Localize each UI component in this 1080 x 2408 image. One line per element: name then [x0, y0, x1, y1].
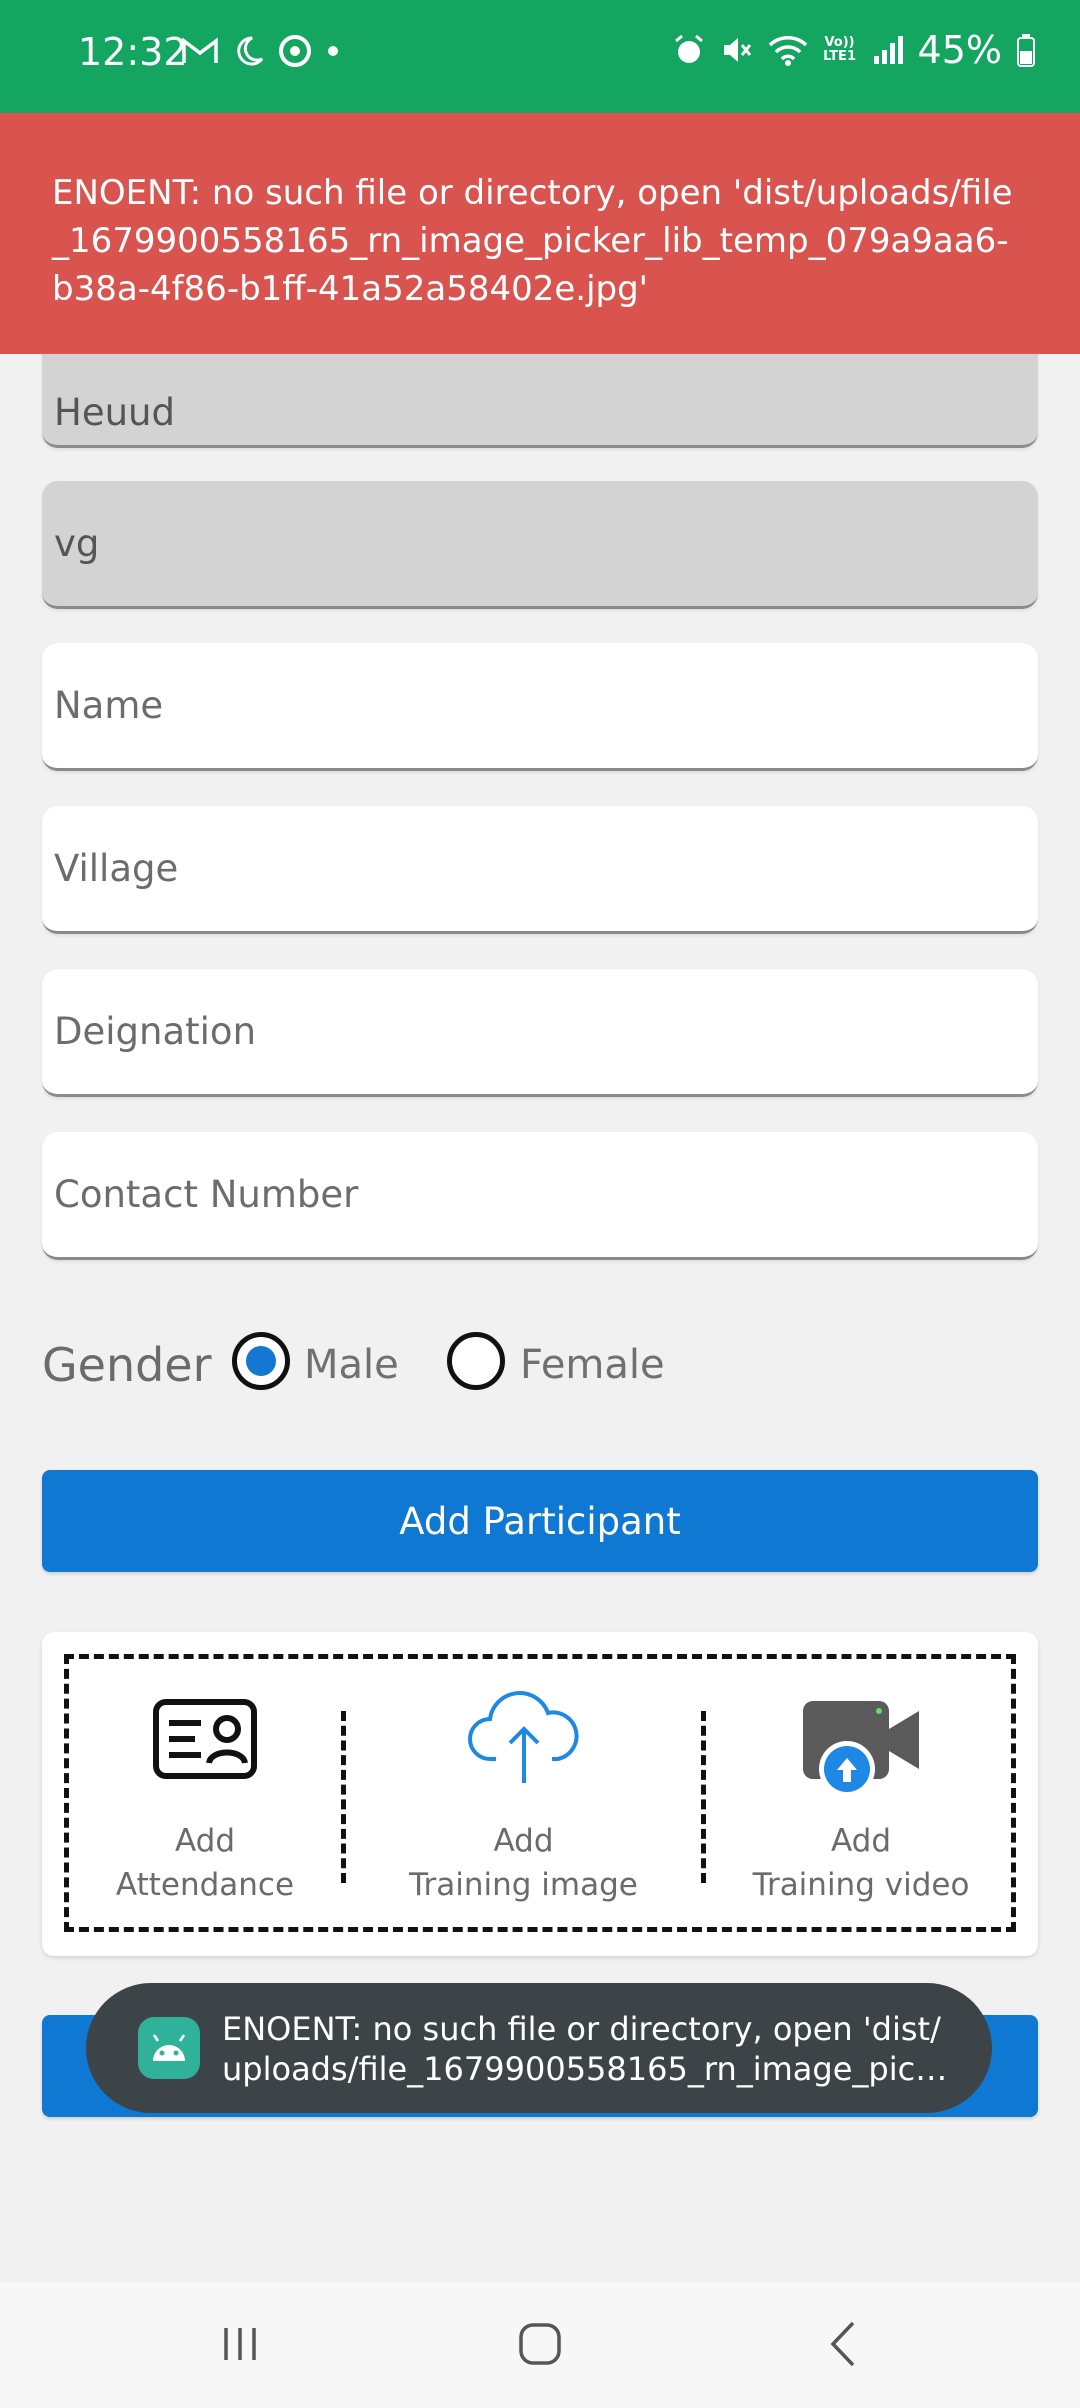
status-bar: 12:32 Vo)) LTE1 45%	[0, 0, 1080, 113]
add-attendance-label: Add Attendance	[115, 1823, 295, 1903]
gender-female-label[interactable]: Female	[520, 1342, 665, 1388]
volte-icon: Vo)) LTE1	[823, 35, 856, 64]
navigation-bar	[0, 2282, 1080, 2408]
upload-card: Add Attendance Add Training image Add Tr…	[42, 1632, 1038, 1956]
mute-icon	[720, 33, 754, 67]
status-time: 12:32	[78, 30, 188, 74]
name-input[interactable]	[42, 643, 1038, 768]
field-2[interactable]	[42, 481, 1038, 609]
designation-field[interactable]	[42, 969, 1038, 1097]
cloud-upload-icon	[466, 1689, 582, 1789]
add-training-video-label: Add Training video	[752, 1823, 970, 1903]
field-2-input[interactable]	[42, 481, 1038, 606]
dot-icon	[326, 44, 340, 58]
battery-percent: 45%	[917, 28, 1002, 72]
add-training-video-button[interactable]: Add Training video	[706, 1659, 1016, 1929]
designation-input[interactable]	[42, 969, 1038, 1094]
toast-message: ENOENT: no such file or directory, open …	[222, 2009, 962, 2089]
gender-male-label[interactable]: Male	[304, 1342, 399, 1388]
home-icon[interactable]	[500, 2312, 580, 2376]
signal-icon	[872, 34, 904, 66]
contact-number-input[interactable]	[42, 1132, 1038, 1257]
add-training-image-label: Add Training image	[409, 1823, 638, 1903]
do-not-disturb-moon-icon	[232, 35, 264, 67]
add-participant-button[interactable]: Add Participant	[42, 1470, 1038, 1572]
wifi-icon	[768, 33, 808, 67]
error-message: ENOENT: no such file or directory, open …	[52, 173, 1013, 309]
village-field[interactable]	[42, 806, 1038, 934]
gender-label: Gender	[42, 1338, 212, 1392]
village-input[interactable]	[42, 806, 1038, 931]
add-attendance-button[interactable]: Add Attendance	[69, 1659, 341, 1929]
error-banner[interactable]: ENOENT: no such file or directory, open …	[0, 113, 1080, 354]
notification-icons	[182, 34, 340, 68]
contact-number-field[interactable]	[42, 1132, 1038, 1260]
upload-box: Add Attendance Add Training image Add Tr…	[64, 1654, 1016, 1932]
battery-icon	[1016, 33, 1036, 67]
toast-line-2: uploads/file_1679900558165_rn_image_pick…	[222, 2050, 962, 2088]
back-icon[interactable]	[805, 2312, 885, 2376]
gender-row: Gender Male Female	[42, 1320, 1038, 1410]
toast-line-1: ENOENT: no such file or directory, open …	[222, 2010, 941, 2048]
gender-female-radio[interactable]	[447, 1332, 505, 1390]
toast: ENOENT: no such file or directory, open …	[86, 1983, 992, 2113]
name-field[interactable]	[42, 643, 1038, 771]
add-participant-label: Add Participant	[399, 1499, 681, 1543]
add-training-image-button[interactable]: Add Training image	[346, 1659, 701, 1929]
recent-apps-icon[interactable]	[200, 2312, 280, 2376]
alarm-icon	[672, 33, 706, 67]
gender-male-radio[interactable]	[232, 1332, 290, 1390]
video-camera-upload-icon	[801, 1699, 921, 1803]
system-icons: Vo)) LTE1 45%	[672, 28, 1036, 72]
id-card-icon	[153, 1699, 257, 1783]
chrome-icon	[278, 34, 312, 68]
android-app-icon	[138, 2017, 200, 2079]
gmail-icon	[182, 37, 218, 65]
